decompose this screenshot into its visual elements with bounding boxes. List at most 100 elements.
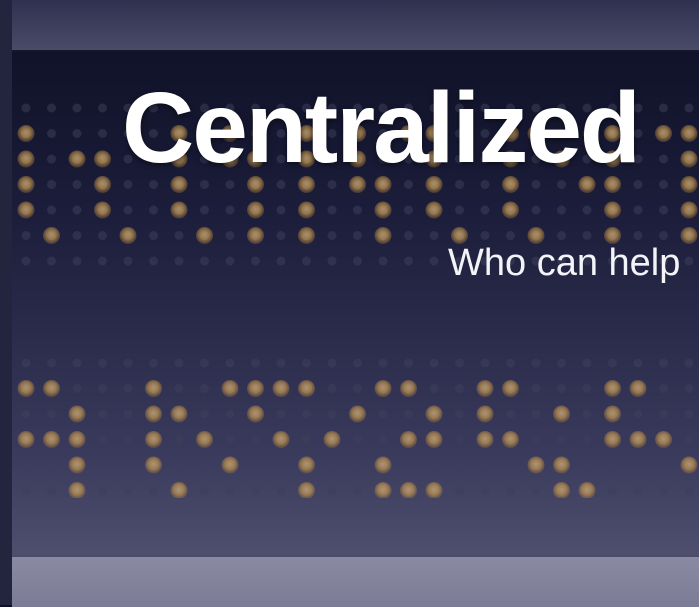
- led-dot-on: [425, 431, 443, 448]
- led-dot-off: [21, 409, 31, 419]
- led-dot-off: [276, 460, 286, 470]
- led-dot-off: [251, 435, 260, 444]
- led-dot-on: [527, 456, 545, 474]
- led-dot-off: [582, 231, 592, 240]
- led-dot-on: [17, 150, 35, 168]
- led-dot-off: [378, 409, 388, 419]
- led-dot-off: [276, 205, 286, 215]
- led-dot-on: [298, 456, 315, 474]
- led-dot-off: [200, 205, 209, 215]
- led-dot-off: [633, 205, 643, 215]
- led-dot-on: [502, 201, 519, 219]
- led-dot-off: [404, 358, 413, 368]
- led-dot-on: [68, 150, 86, 168]
- led-dot-off: [225, 409, 235, 419]
- led-dot-off: [404, 205, 413, 215]
- led-dot-off: [506, 486, 515, 495]
- led-dot-off: [557, 231, 566, 240]
- led-dot-on: [17, 176, 35, 193]
- led-dot-on: [145, 405, 162, 423]
- led-dot-on: [247, 201, 264, 219]
- led-dot-off: [327, 460, 337, 470]
- led-dot-off: [149, 205, 158, 215]
- led-dot-off: [659, 384, 668, 393]
- led-dot-off: [557, 384, 566, 393]
- led-dot-off: [582, 358, 592, 368]
- led-dot-on: [68, 431, 86, 448]
- led-dot-on: [247, 380, 264, 397]
- led-dot-off: [353, 435, 362, 444]
- led-dot-off: [21, 486, 31, 495]
- led-dot-on: [476, 380, 494, 397]
- led-dot-on: [170, 201, 188, 219]
- led-dot-on: [604, 380, 621, 397]
- led-dot-off: [251, 256, 260, 266]
- led-dot-off: [378, 358, 388, 368]
- led-dot-off: [608, 460, 617, 470]
- bottom-bezel: [12, 555, 699, 607]
- led-dot-off: [327, 409, 337, 419]
- led-dot-off: [429, 384, 439, 393]
- led-dot-on: [349, 405, 366, 423]
- led-dot-off: [225, 358, 235, 368]
- led-dot-off: [429, 358, 439, 368]
- led-dot-on: [604, 201, 621, 219]
- led-dot-on: [629, 380, 647, 397]
- led-dot-off: [98, 486, 107, 495]
- led-dot-off: [72, 256, 82, 266]
- led-dot-off: [429, 256, 439, 266]
- led-dot-off: [480, 205, 490, 215]
- led-dot-off: [684, 384, 694, 393]
- led-dot-off: [659, 486, 668, 495]
- led-dot-off: [47, 180, 56, 189]
- led-dot-on: [680, 150, 698, 168]
- led-dot-on: [578, 482, 596, 498]
- led-dot-off: [47, 460, 56, 470]
- led-dot-on: [425, 405, 443, 423]
- led-dot-off: [582, 435, 592, 444]
- led-dot-off: [149, 231, 158, 240]
- led-dot-off: [98, 435, 107, 444]
- led-dot-on: [272, 431, 290, 448]
- led-dot-off: [531, 486, 541, 495]
- led-dot-on: [374, 482, 392, 498]
- led-dot-off: [608, 358, 617, 368]
- led-dot-off: [225, 435, 235, 444]
- led-dot-off: [455, 460, 464, 470]
- led-dot-off: [276, 231, 286, 240]
- led-dot-off: [455, 409, 464, 419]
- led-dot-on: [43, 380, 60, 397]
- led-dot-off: [557, 205, 566, 215]
- led-dot-on: [298, 482, 315, 498]
- led-dot-off: [455, 358, 464, 368]
- led-dot-off: [633, 460, 643, 470]
- led-dot-off: [251, 460, 260, 470]
- led-dot-on: [43, 431, 60, 448]
- led-dot-off: [98, 103, 107, 113]
- top-bezel: [12, 0, 699, 52]
- led-dot-on: [298, 380, 315, 397]
- led-dot-off: [684, 256, 694, 266]
- led-dot-off: [174, 231, 184, 240]
- led-dot-on: [94, 150, 111, 168]
- led-dot-off: [72, 231, 82, 240]
- led-dot-off: [684, 103, 694, 113]
- led-dot-off: [659, 205, 668, 215]
- led-dot-on: [145, 456, 162, 474]
- led-dot-off: [557, 358, 566, 368]
- led-dot-off: [251, 358, 260, 368]
- led-dot-off: [200, 460, 209, 470]
- led-dot-off: [98, 231, 107, 240]
- led-dot-off: [429, 231, 439, 240]
- led-dot-off: [506, 409, 515, 419]
- led-dot-off: [149, 486, 158, 495]
- led-dot-off: [98, 384, 107, 393]
- led-dot-on: [400, 380, 417, 397]
- led-dot-off: [353, 486, 362, 495]
- led-dot-off: [200, 486, 209, 495]
- led-dot-off: [276, 256, 286, 266]
- led-dot-off: [327, 205, 337, 215]
- led-dot-on: [655, 125, 672, 142]
- led-dot-on: [655, 431, 672, 448]
- led-dot-off: [47, 103, 56, 113]
